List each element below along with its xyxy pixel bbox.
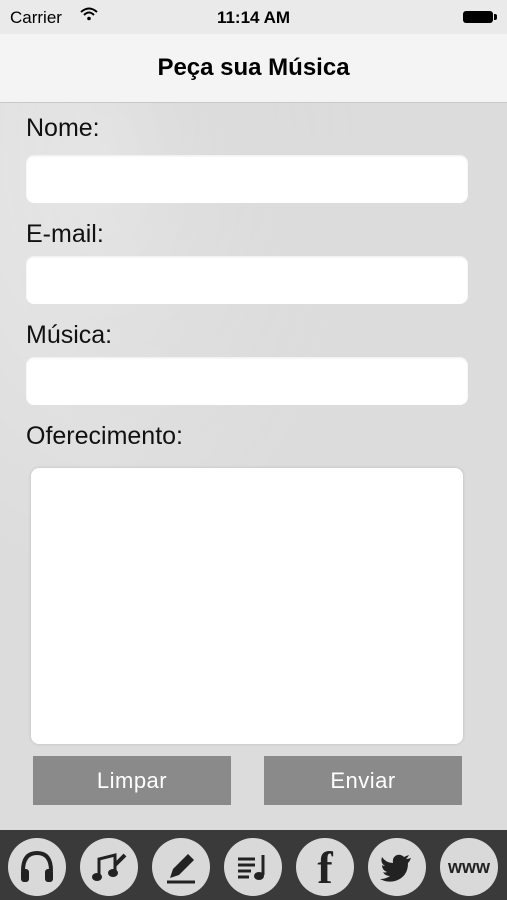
www-icon[interactable]: www (440, 838, 498, 896)
status-bar: Carrier 11:14 AM (0, 0, 507, 34)
clear-button[interactable]: Limpar (33, 756, 231, 805)
twitter-icon[interactable] (368, 838, 426, 896)
battery-icon (463, 11, 497, 23)
oferecimento-textarea[interactable] (31, 468, 463, 744)
page-title: Peça sua Música (157, 54, 350, 81)
nome-label: Nome: (26, 114, 100, 142)
facebook-icon[interactable]: f (296, 838, 354, 896)
email-label: E-mail: (26, 220, 104, 248)
pencil-icon[interactable] (152, 838, 210, 896)
tab-bar: f www (0, 830, 507, 900)
music-edit-icon[interactable] (80, 838, 138, 896)
playlist-icon[interactable] (224, 838, 282, 896)
nome-field[interactable] (26, 155, 468, 203)
musica-label: Música: (26, 321, 113, 349)
send-button[interactable]: Enviar (264, 756, 462, 805)
request-form: Nome: E-mail: Música: Oferecimento: Limp… (0, 102, 507, 830)
headphones-icon[interactable] (8, 838, 66, 896)
navigation-bar: Peça sua Música (0, 34, 507, 103)
musica-field[interactable] (26, 357, 468, 405)
email-field[interactable] (26, 256, 468, 304)
oferecimento-label: Oferecimento: (26, 422, 184, 450)
status-time: 11:14 AM (216, 8, 291, 27)
